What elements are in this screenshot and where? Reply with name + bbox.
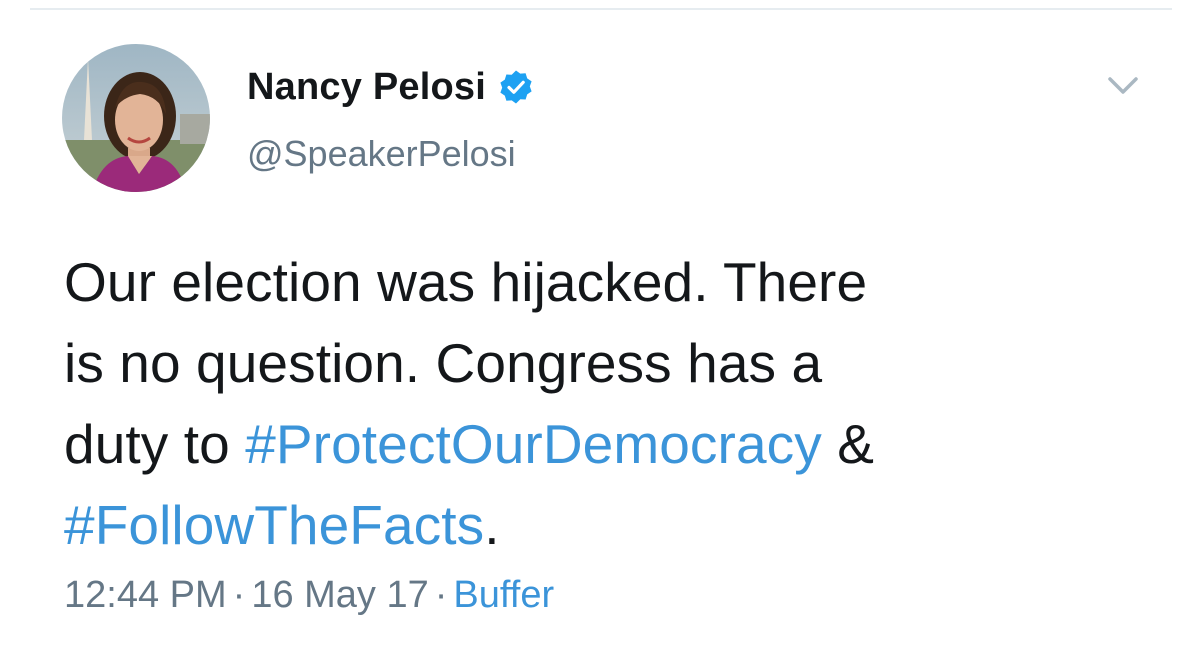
author-handle[interactable]: @SpeakerPelosi [247,133,516,175]
tweet-line: Our election was hijacked. There [64,251,868,313]
author-name-row[interactable]: Nancy Pelosi [247,62,534,112]
tweet-text: Our election was hijacked. There is no q… [64,242,1124,566]
author-display-name[interactable]: Nancy Pelosi [247,66,486,109]
avatar-photo [62,44,210,192]
tweet-text-segment: . [484,494,500,556]
tweet-line: duty to #ProtectOurDemocracy & [64,404,1124,485]
chevron-down-icon[interactable] [1106,74,1140,98]
top-divider [30,8,1172,10]
hashtag-link[interactable]: #ProtectOurDemocracy [245,413,822,475]
meta-separator: · [232,574,246,616]
tweet-source-link[interactable]: Buffer [453,574,554,616]
tweet-time[interactable]: 12:44 PM [64,574,227,616]
tweet-text-segment: duty to [64,413,246,475]
tweet-text-segment: & [821,413,875,475]
hashtag-link[interactable]: #FollowTheFacts [64,494,484,556]
tweet-meta: 12:44 PM · 16 May 17 · Buffer [64,574,554,617]
tweet-date[interactable]: 16 May 17 [251,574,428,616]
meta-separator: · [434,574,448,616]
verified-badge-icon [498,69,534,105]
avatar[interactable] [62,44,210,192]
tweet-line: #FollowTheFacts. [64,485,1124,566]
tweet-line: is no question. Congress has a [64,332,823,394]
